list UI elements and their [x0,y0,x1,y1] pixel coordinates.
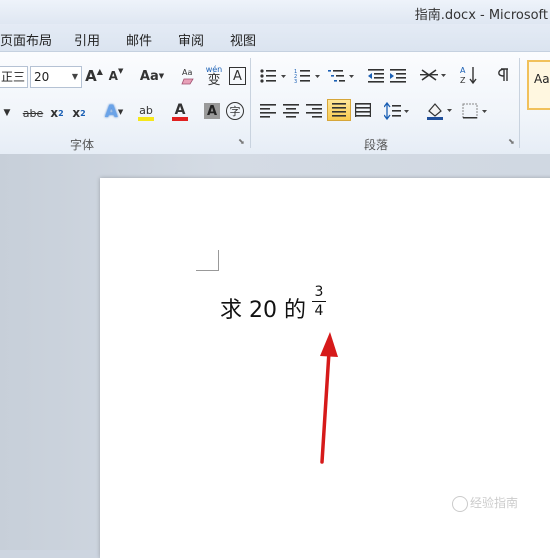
watermark-icon [452,496,468,512]
annotation-arrow [320,332,338,464]
watermark-text: 经验指南 [470,496,519,510]
